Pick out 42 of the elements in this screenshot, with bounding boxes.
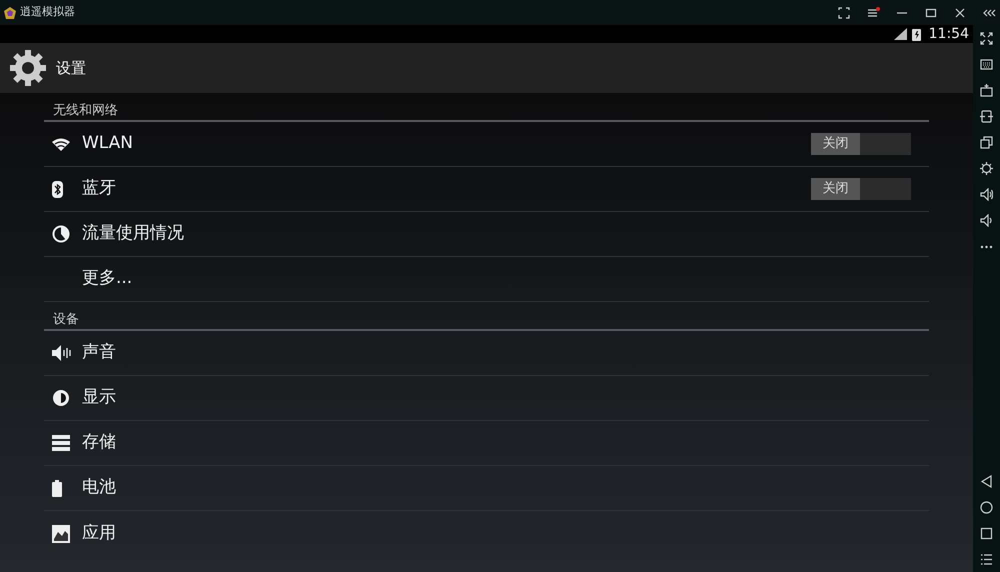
app-logo-icon [4,6,16,18]
volume-up-icon[interactable] [980,188,993,200]
maximize-icon[interactable] [925,6,938,18]
row-label: 应用 [82,522,117,545]
fullscreen-icon[interactable] [980,32,993,44]
toggle-switch[interactable]: 关闭 [811,178,911,200]
menu-icon[interactable] [867,6,880,18]
collapse-icon[interactable] [983,6,996,18]
brightness-icon [52,389,70,407]
row-label: 声音 [82,341,117,364]
row-label: 流量使用情况 [82,222,185,246]
list-icon[interactable] [980,552,993,566]
wifi-icon [52,137,70,151]
signal-icon [894,28,908,40]
window-title: 逍遥模拟器 [20,4,76,20]
pie-chart-icon [52,225,70,243]
row-label: WLAN [82,132,134,156]
close-icon[interactable] [954,6,967,18]
bluetooth-icon [52,180,63,198]
screen-title: 设置 [56,58,86,79]
toggle-switch[interactable]: 关闭 [811,133,911,155]
row-label: 存储 [82,431,117,454]
fullscreen-icon[interactable] [838,6,851,18]
row-label: 蓝牙 [82,177,117,200]
settings-icon[interactable] [8,48,48,88]
storage-icon [52,434,70,452]
row-label: 更多... [82,267,134,290]
section-header: 设备 [44,302,929,331]
row-label: 显示 [82,386,117,410]
speaker-icon [52,344,71,362]
home-icon[interactable] [980,500,993,514]
section-header: 无线和网络 [44,93,929,122]
back-icon[interactable] [980,474,993,488]
settings-icon[interactable] [980,162,993,174]
status-time: 11:54 [928,25,969,44]
row-label: 电池 [82,476,117,500]
recent-apps-icon[interactable] [980,526,993,540]
keyboard-icon[interactable] [980,58,993,70]
volume-down-icon[interactable] [980,214,993,226]
multi-window-icon[interactable] [980,136,993,148]
battery-icon [52,480,62,496]
battery-icon [912,28,921,40]
